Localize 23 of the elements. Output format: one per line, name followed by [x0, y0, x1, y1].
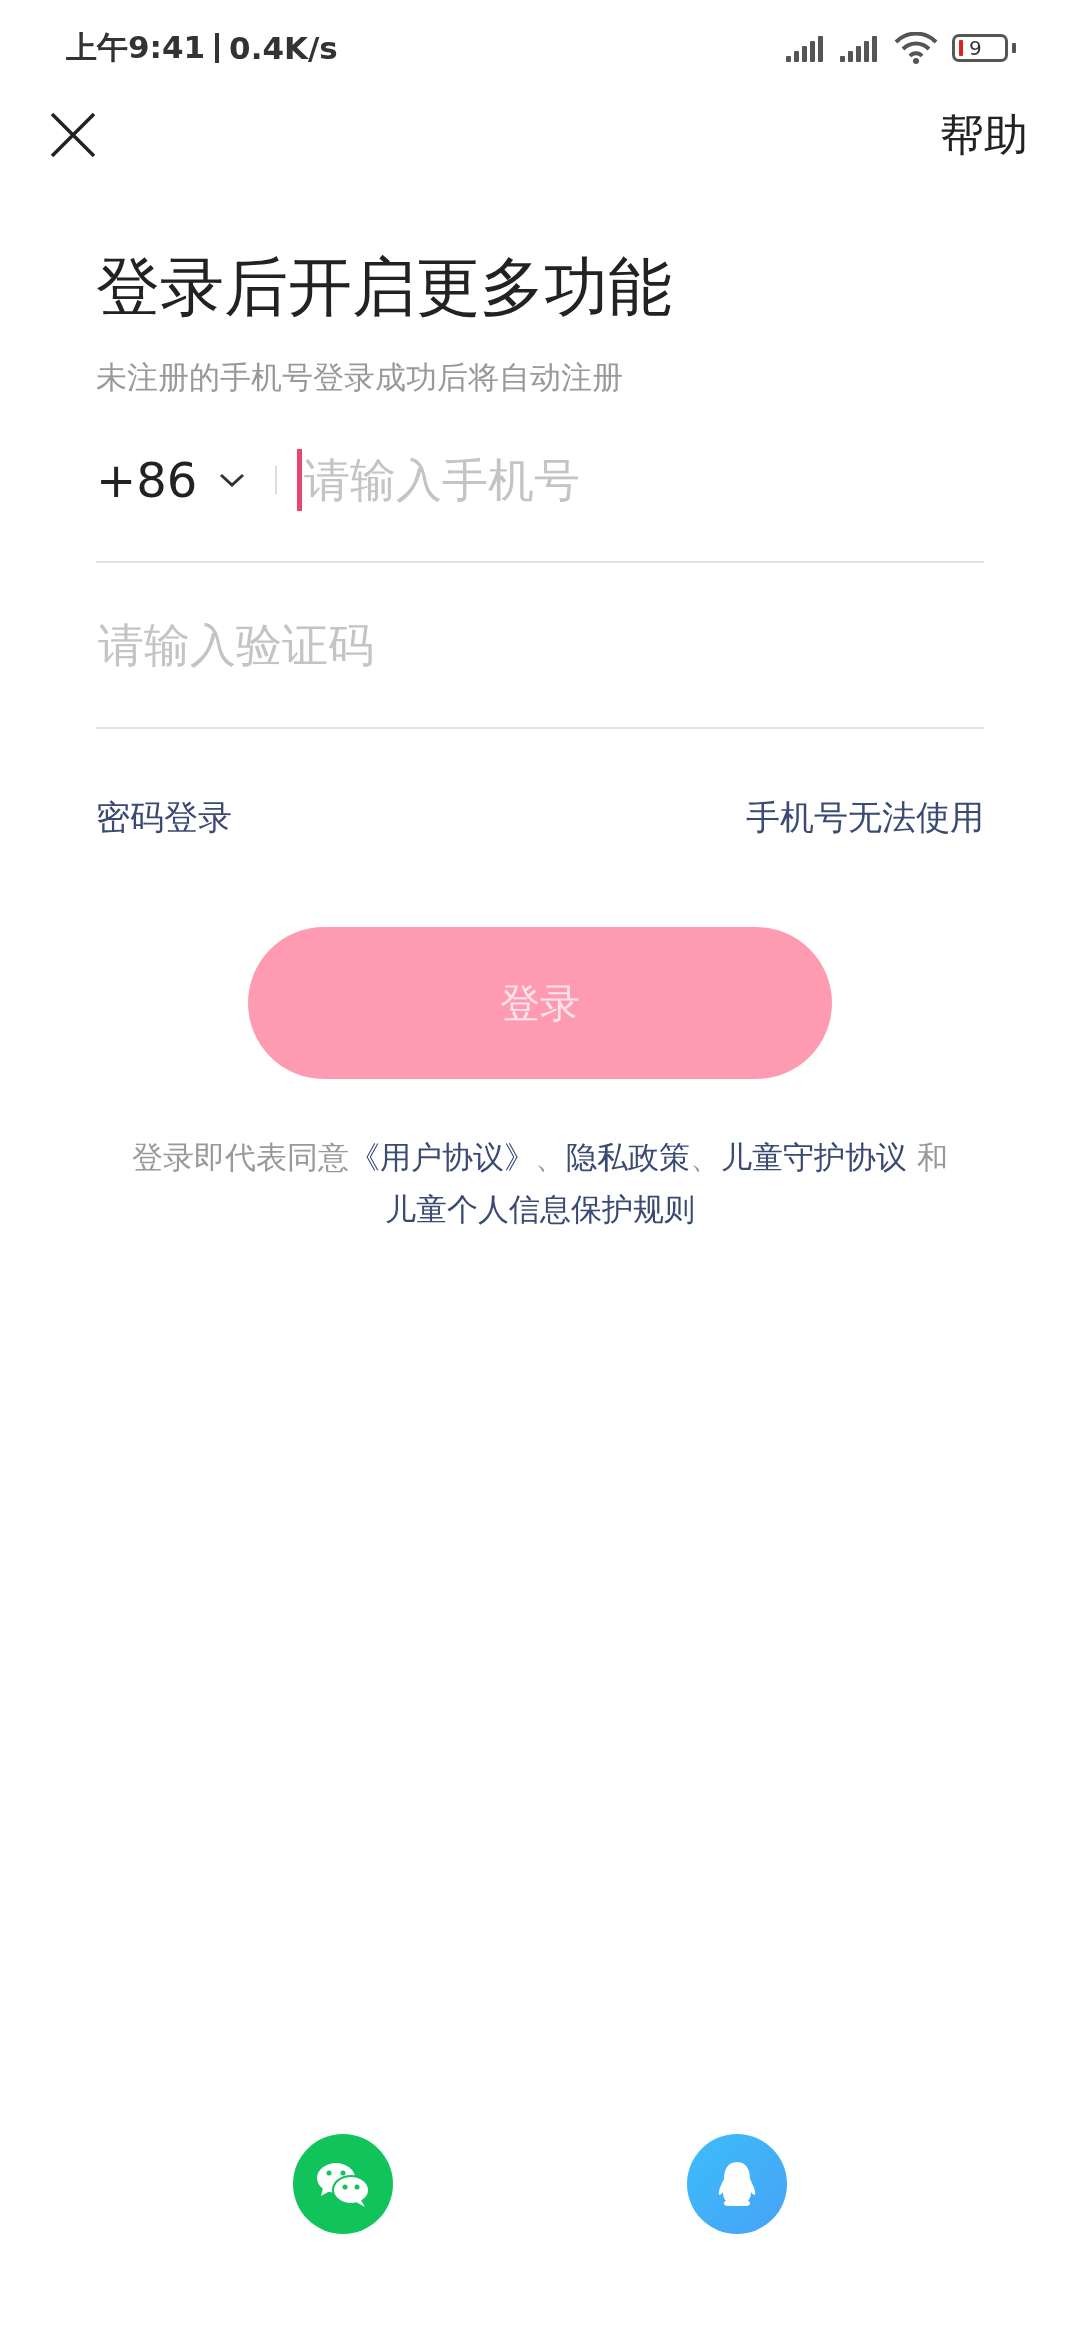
signal-icon	[786, 34, 826, 62]
network-speed: 0.4K/s	[229, 30, 338, 66]
subtitle: 未注册的手机号登录成功后将自动注册	[96, 358, 624, 397]
phone-input-field[interactable]: 请输入手机号	[304, 453, 805, 507]
battery-percent: 9	[969, 36, 982, 60]
password-login-link[interactable]: 密码登录	[96, 795, 232, 841]
phone-unavailable-link[interactable]: 手机号无法使用	[746, 795, 984, 841]
close-icon[interactable]	[50, 112, 96, 158]
help-link[interactable]: 帮助	[940, 105, 1028, 165]
status-time: 上午9:41	[66, 28, 206, 67]
signal-icon	[840, 34, 880, 62]
agreement-text: 登录即代表同意《用户协议》、隐私政策、儿童守护协议 和 儿童个人信息保护规则	[131, 1138, 949, 1229]
penguin-icon	[717, 2161, 757, 2207]
page-title: 登录后开启更多功能	[96, 249, 673, 326]
agreement-link[interactable]: 儿童守护协议	[721, 1139, 908, 1175]
chevron-down-icon	[219, 473, 246, 487]
wifi-icon	[894, 32, 938, 64]
chat-bubbles-icon	[315, 2160, 371, 2208]
agreement-link[interactable]: 隐私政策	[566, 1139, 691, 1175]
agreement-link[interactable]: 儿童个人信息保护规则	[385, 1191, 695, 1227]
code-input-field[interactable]: 请输入验证码	[98, 618, 598, 672]
agreement-link[interactable]: 《用户协议》	[349, 1139, 536, 1175]
country-code-selector[interactable]: +86	[96, 452, 246, 508]
